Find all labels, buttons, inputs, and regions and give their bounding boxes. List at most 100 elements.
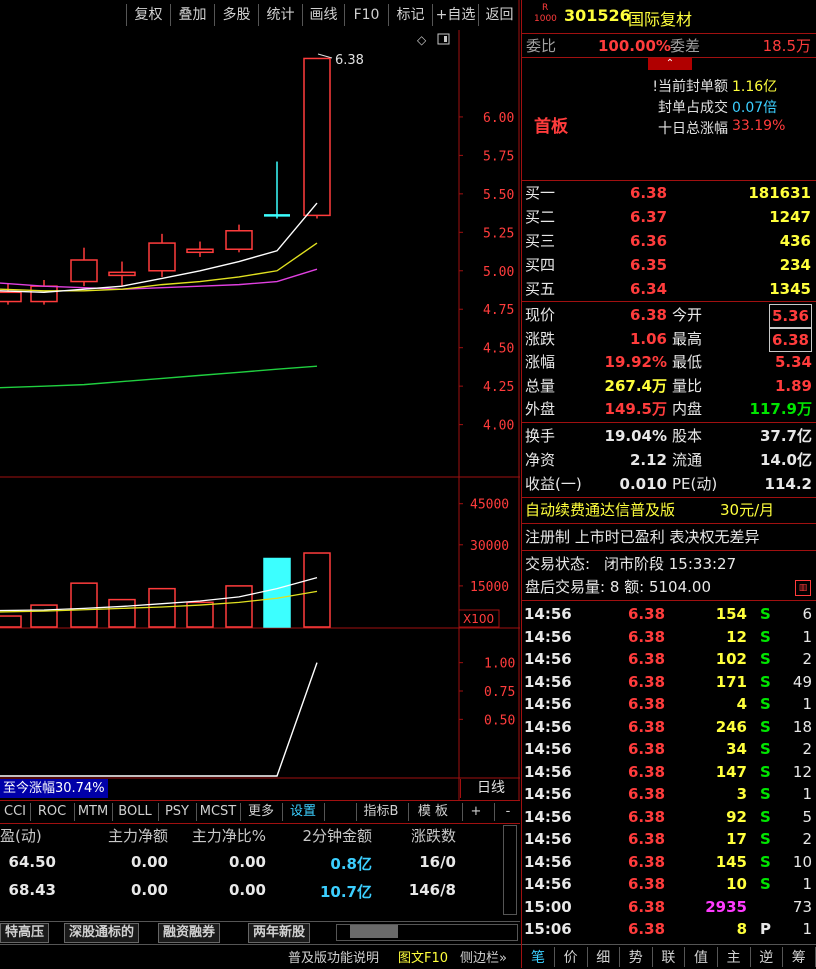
toolbar-btn-3[interactable]: 统计 — [258, 4, 302, 26]
seal-label-0: !当前封单额 — [652, 79, 728, 95]
panel-tab-5[interactable]: 值 — [685, 947, 718, 967]
bid-label: 买二 — [525, 208, 556, 226]
r-badge-num: 1000 — [534, 14, 557, 24]
bid-label: 买四 — [525, 256, 556, 274]
tick-count: 5 — [802, 807, 812, 826]
panel-tab-0[interactable]: 笔 — [522, 947, 555, 967]
sheet-tab-1[interactable]: 深股通标的 — [64, 923, 140, 943]
table-cell: 64.50 — [8, 853, 56, 871]
bid-price: 6.36 — [630, 232, 668, 250]
fund-label: PE(动) — [672, 475, 718, 493]
table-header-2: 主力净比% — [191, 827, 266, 845]
commission-ratio-label: 委比 — [526, 37, 557, 55]
tick-volume: 2935 — [705, 897, 747, 916]
tick-row: 14:56 6.38 154 S 6 — [522, 603, 815, 625]
tick-row: 15:00 6.38 2935 73 — [522, 896, 815, 918]
quote-value: 5.36 — [768, 304, 812, 328]
tick-volume: 34 — [726, 740, 747, 758]
tick-price: 6.38 — [628, 762, 666, 781]
table-cell: 0.00 — [228, 853, 266, 871]
ind-right-0[interactable]: 指标B — [356, 803, 405, 821]
toolbar-btn-4[interactable]: 画线 — [302, 4, 344, 26]
indicator-tabs: CCI ROC MTM BOLL PSY MCST 更多 设置 指标B 模 板 + - — [0, 800, 520, 824]
panel-tab-8[interactable]: 筹 — [783, 947, 816, 967]
bid-row: 买二 6.37 1247 — [522, 206, 815, 228]
vol-tick-0: 45000 — [470, 498, 509, 513]
tick-volume: 92 — [726, 807, 747, 826]
stock-name: 国际复材 — [628, 10, 693, 29]
panel-tab-1[interactable]: 价 — [555, 947, 588, 967]
tick-price: 6.38 — [628, 807, 666, 826]
sheet-tab-3[interactable]: 两年新股 — [248, 923, 311, 943]
toolbar-btn-0[interactable]: 复权 — [126, 4, 170, 26]
tick-row: 14:56 6.38 171 S 49 — [522, 671, 815, 693]
tick-time: 15:06 — [524, 920, 572, 938]
panel-tab-2[interactable]: 细 — [587, 947, 621, 967]
tick-time: 14:56 — [524, 852, 572, 871]
tick-time: 14:56 — [524, 717, 572, 736]
quote-label: 涨跌 — [525, 329, 556, 348]
sheet-tab-0[interactable]: 特高压 — [0, 923, 50, 943]
toolbar-btn-7[interactable]: +自选 — [432, 4, 478, 26]
after-hours-text: 盘后交易量: 8 额: 5104.00 — [525, 578, 711, 596]
fund-label: 流通 — [672, 451, 703, 469]
ind-tab-MTM[interactable]: MTM — [74, 803, 113, 821]
tick-side: S — [760, 830, 771, 848]
quote-value: 267.4万 — [604, 376, 667, 395]
ind-tab-BOLL[interactable]: BOLL — [112, 803, 159, 821]
quote-row: 总量 267.4万 量比 1.89 — [522, 375, 815, 397]
tick-side: S — [760, 740, 771, 758]
quote-row: 外盘 149.5万 内盘 117.9万 — [522, 398, 815, 420]
ind-tab-CCI[interactable]: CCI — [0, 803, 31, 821]
sidebar-toggle[interactable]: 侧边栏» — [460, 947, 507, 966]
promo-banner[interactable]: 自动续费通达信普及版 30元/月 — [522, 499, 815, 521]
quote-value: 1.06 — [629, 329, 667, 348]
ind-right-2[interactable]: + — [462, 803, 489, 821]
bid-volume: 181631 — [748, 184, 811, 202]
toolbar-btn-8[interactable]: 返回 — [478, 4, 520, 26]
tick-volume: 147 — [715, 762, 747, 781]
ind-right-1[interactable]: 模 板 — [408, 803, 457, 821]
tick-time: 14:56 — [524, 627, 572, 646]
toolbar-btn-2[interactable]: 多股 — [214, 4, 258, 26]
price-tick-1: 5.75 — [483, 149, 514, 164]
ind-tab-MCST[interactable]: MCST — [196, 803, 241, 821]
tick-price: 6.38 — [628, 650, 666, 668]
candle-body-0 — [0, 291, 22, 303]
sheet-tab-2[interactable]: 融资融券 — [158, 923, 221, 943]
tick-count: 1 — [802, 695, 812, 713]
ind-right-3[interactable]: - — [494, 803, 521, 821]
tick-count: 73 — [792, 897, 812, 916]
price-tick-8: 4.00 — [483, 419, 514, 434]
sheet-scroll-thumb[interactable] — [350, 925, 398, 938]
graph-f10-link[interactable]: 图文F10 — [398, 947, 448, 966]
bid-row: 买四 6.35 234 — [522, 254, 815, 276]
panel-tab-4[interactable]: 联 — [652, 947, 686, 967]
toolbar-btn-1[interactable]: 叠加 — [170, 4, 214, 26]
period-label[interactable]: 日线 — [460, 779, 521, 798]
tick-count: 6 — [802, 605, 812, 623]
high-price-label: 6.38 — [335, 53, 364, 68]
help-link[interactable]: 普及版功能说明 — [288, 947, 379, 966]
table-header-4: 涨跌数 — [410, 827, 456, 845]
ind-tab-设置[interactable]: 设置 — [282, 803, 325, 821]
table-cell: 16/0 — [419, 853, 456, 871]
bid-price: 6.38 — [630, 184, 668, 202]
collapse-toggle[interactable]: ⌃ — [648, 58, 692, 70]
vol-tick-1: 30000 — [470, 539, 509, 554]
bid-price: 6.35 — [630, 256, 668, 274]
indicator-line — [0, 662, 318, 777]
panel-tab-6[interactable]: 主 — [718, 947, 751, 967]
ind-tab-PSY[interactable]: PSY — [158, 803, 197, 821]
vol-bar-2 — [70, 582, 98, 628]
ind-tab-更多[interactable]: 更多 — [240, 803, 283, 821]
toolbar-btn-5[interactable]: F10 — [344, 4, 388, 26]
table-scrollbar[interactable] — [503, 825, 517, 915]
toolbar-btn-6[interactable]: 标记 — [388, 4, 432, 26]
chart-icon[interactable]: ▥ — [795, 580, 811, 596]
panel-tab-7[interactable]: 逆 — [750, 947, 784, 967]
promo-price: 30元/月 — [720, 501, 775, 519]
quote-label: 最低 — [672, 353, 703, 371]
ind-tab-ROC[interactable]: ROC — [30, 803, 75, 821]
panel-tab-3[interactable]: 势 — [620, 947, 653, 967]
